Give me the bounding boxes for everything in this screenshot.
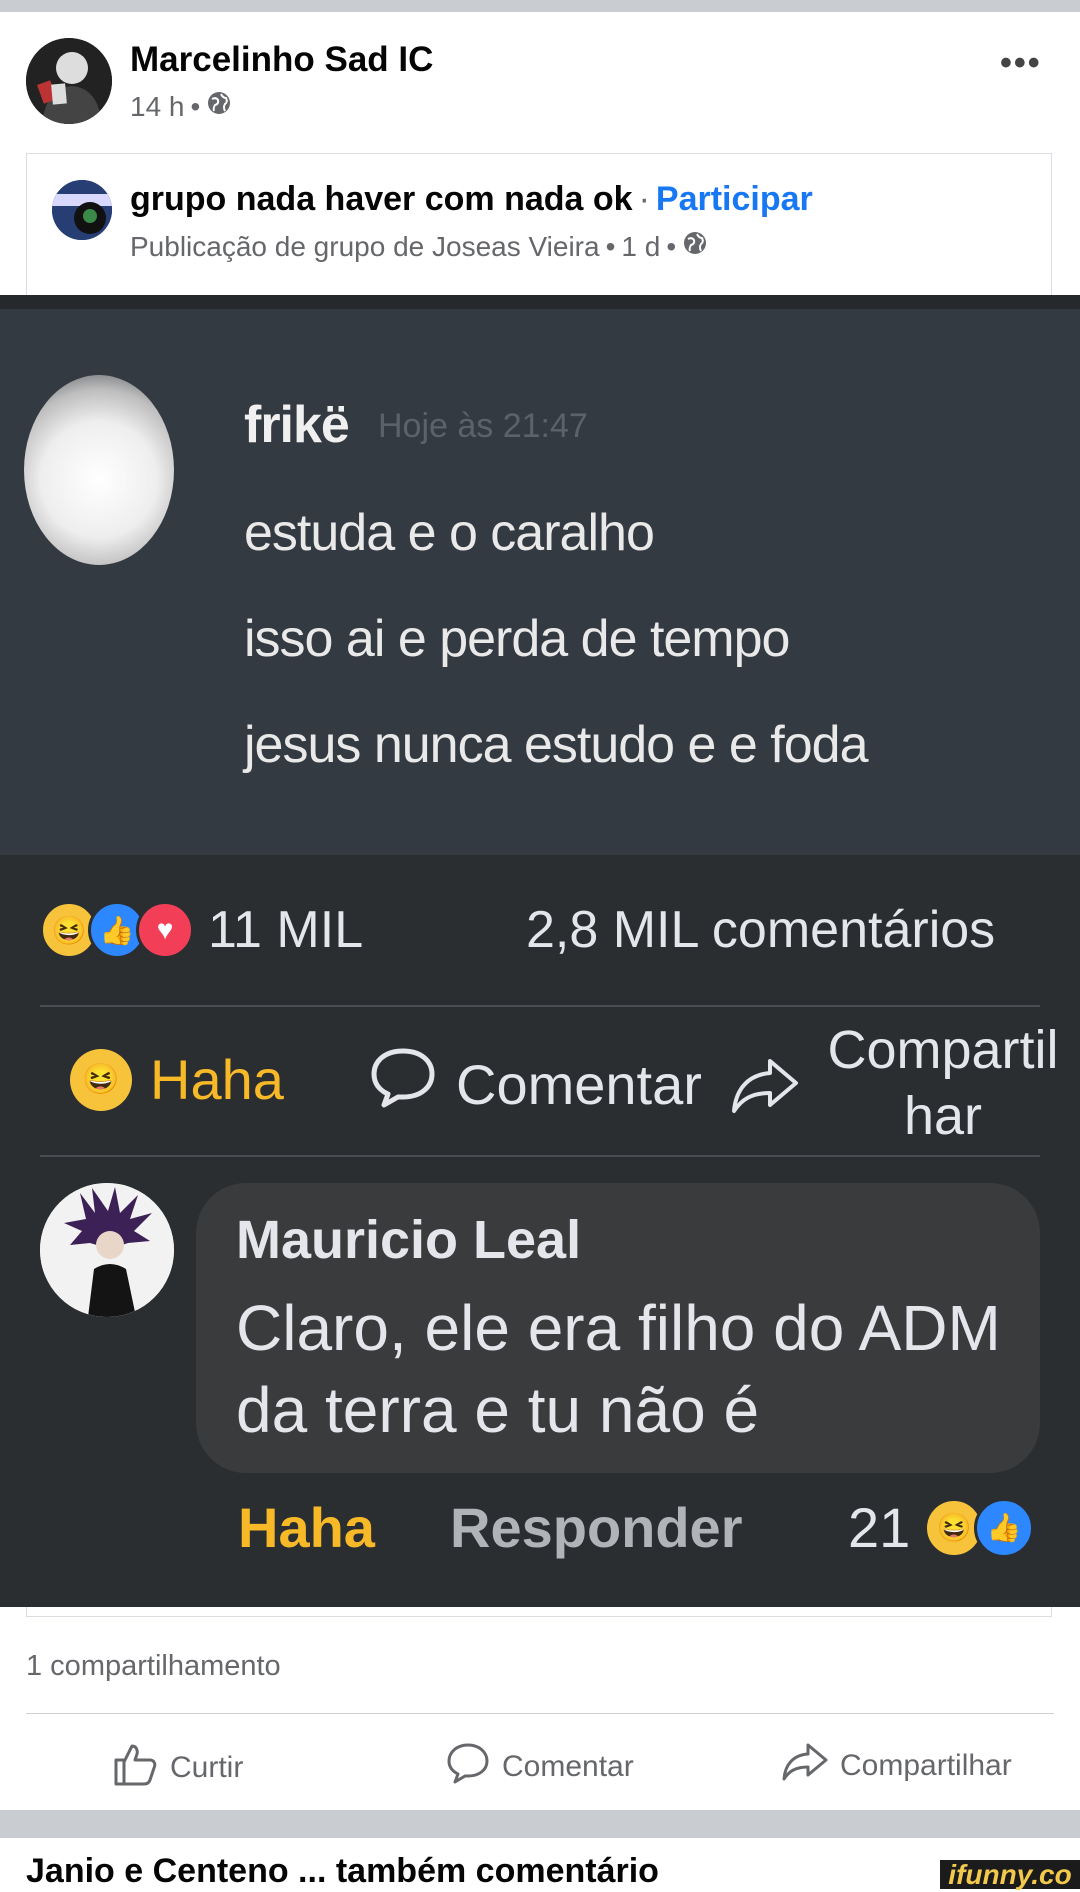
comment-label: Comentar <box>456 1053 702 1116</box>
next-post-preview: Janio e Centeno ... também comentário <box>26 1852 659 1890</box>
post-header: Marcelinho Sad IC 14 h • ••• <box>0 12 1080 152</box>
shared-post-header: grupo nada haver com nada ok · Participar … <box>26 153 1052 295</box>
share-icon <box>730 1055 800 1115</box>
group-post-time[interactable]: 1 d <box>621 231 660 263</box>
more-options-icon[interactable]: ••• <box>1000 44 1042 83</box>
haha-icon: 😆 <box>70 1048 132 1111</box>
share-label-line1: Compartil <box>827 1020 1059 1080</box>
group-sub-separator-2: • <box>666 230 677 262</box>
shared-post-border <box>26 1607 1052 1617</box>
discord-message-line: estuda e o caralho <box>244 504 655 562</box>
comment-count: 2,8 MIL comentários <box>526 901 996 959</box>
top-divider <box>0 0 1080 12</box>
join-group-button[interactable]: Participar <box>656 180 813 218</box>
comment-reaction-count: 21 <box>848 1496 911 1559</box>
like-reaction-icon: 👍 <box>974 1497 1035 1558</box>
group-title: grupo nada haver com nada ok · Participar <box>130 180 813 219</box>
group-post-author[interactable]: Publicação de grupo de Joseas Vieira <box>130 231 600 263</box>
globe-icon <box>206 90 232 123</box>
like-button[interactable]: Curtir <box>112 1742 243 1794</box>
post-time[interactable]: 14 h <box>130 91 185 123</box>
globe-icon <box>682 230 708 263</box>
reaction-count: 11 MIL <box>208 901 364 959</box>
comment-button[interactable]: Comentar <box>446 1742 634 1792</box>
thumbs-up-icon <box>112 1742 158 1794</box>
post-separator <box>0 1810 1080 1838</box>
comment-reaction-summary: 21 😆 👍 <box>848 1495 1035 1560</box>
comment-reply-label: Responder <box>450 1496 743 1559</box>
commenter-name: Mauricio Leal <box>236 1210 582 1270</box>
discord-screenshot: frikë Hoje às 21:47 estuda e o caralho i… <box>0 295 1080 855</box>
comment-label: Comentar <box>502 1750 634 1783</box>
group-name[interactable]: grupo nada haver com nada ok <box>130 180 633 218</box>
image-top-strip <box>0 295 1080 309</box>
comment-icon <box>370 1047 436 1122</box>
comment-bubble: Mauricio Leal Claro, ele era filho do AD… <box>196 1183 1040 1473</box>
comment-action: Comentar <box>370 1047 702 1122</box>
meta-separator: • <box>190 90 201 122</box>
group-avatar[interactable] <box>52 180 112 240</box>
group-sub-separator: • <box>605 230 616 262</box>
discord-avatar <box>24 375 174 565</box>
discord-username: frikë <box>244 396 350 454</box>
comment-haha-label: Haha <box>238 1496 375 1559</box>
divider <box>26 1713 1054 1714</box>
like-label: Curtir <box>170 1751 244 1784</box>
group-subtitle: Publicação de grupo de Joseas Vieira • 1… <box>130 230 708 263</box>
discord-timestamp: Hoje às 21:47 <box>378 407 588 445</box>
share-label: Compartilhar <box>840 1749 1012 1782</box>
author-avatar[interactable] <box>26 38 112 124</box>
group-dot: · <box>638 180 650 218</box>
share-button[interactable]: Compartilhar <box>782 1742 1012 1790</box>
share-label-line2: har <box>903 1086 983 1146</box>
ifunny-watermark: ifunny.co <box>940 1860 1080 1889</box>
share-icon <box>782 1742 828 1790</box>
discord-message-line: isso ai e perda de tempo <box>244 610 790 668</box>
share-count[interactable]: 1 compartilhamento <box>26 1650 281 1683</box>
divider <box>40 1005 1040 1007</box>
love-reaction-icon: ♥ <box>136 901 194 959</box>
reaction-summary: 😆 👍 ♥ 11 MIL <box>40 900 363 960</box>
commenter-avatar <box>40 1183 174 1317</box>
post-meta: 14 h • <box>130 90 232 123</box>
haha-action: 😆 Haha <box>70 1047 284 1112</box>
share-action: Compartil har <box>818 1017 1068 1149</box>
post-image[interactable]: frikë Hoje às 21:47 estuda e o caralho i… <box>0 295 1080 1607</box>
comment-text: Claro, ele era filho do ADM da terra e t… <box>236 1292 1001 1446</box>
comment-icon <box>446 1742 490 1792</box>
divider <box>40 1155 1040 1157</box>
haha-label: Haha <box>150 1048 284 1111</box>
discord-message-line: jesus nunca estudo e e foda <box>244 716 868 774</box>
author-name[interactable]: Marcelinho Sad IC <box>130 40 433 80</box>
